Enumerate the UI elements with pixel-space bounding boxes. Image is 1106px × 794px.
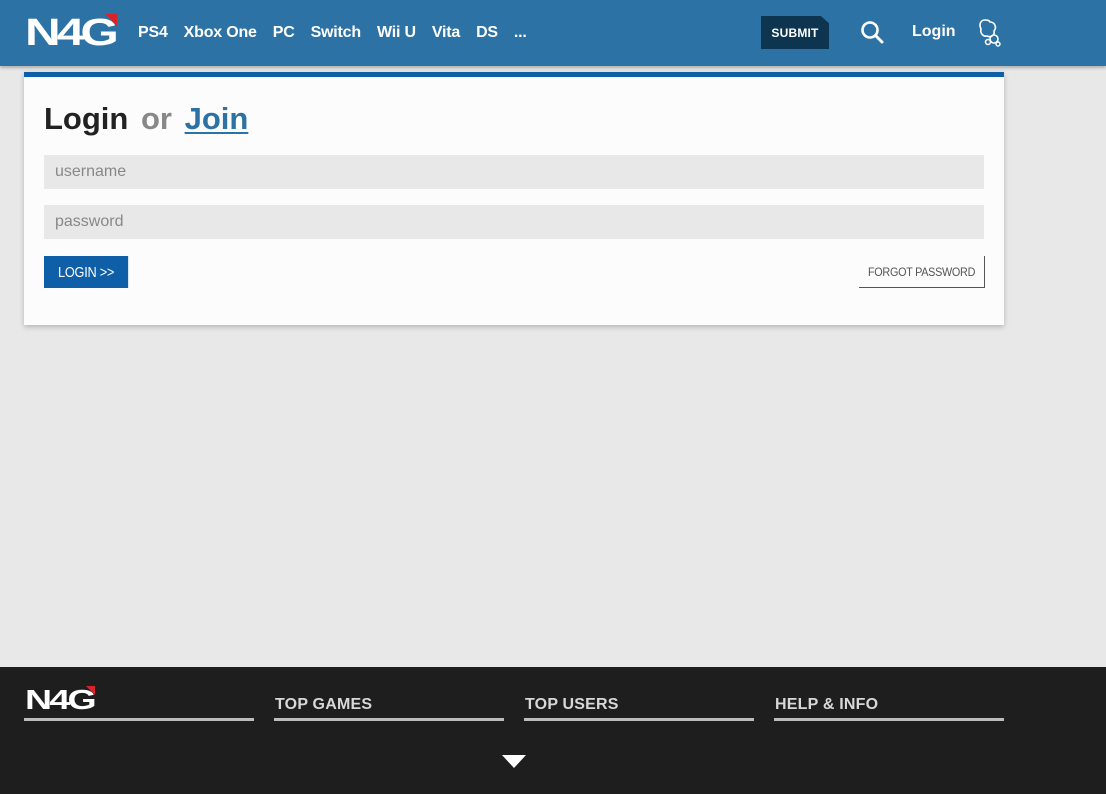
title-login: Login	[44, 101, 129, 136]
password-input[interactable]	[44, 205, 984, 239]
nav-pc[interactable]: PC	[273, 24, 295, 42]
join-link[interactable]: Join	[185, 101, 249, 136]
footer-top-games-title: TOP GAMES	[275, 696, 373, 713]
nav-ds[interactable]: DS	[476, 24, 498, 42]
svg-text:N4G: N4G	[25, 686, 95, 712]
svg-text:N4G: N4G	[25, 14, 117, 48]
username-input[interactable]	[44, 155, 984, 189]
platform-nav: PS4 Xbox One PC Switch Wii U Vita DS ...	[138, 0, 543, 66]
nav-wii-u[interactable]: Wii U	[377, 24, 416, 42]
footer-top-games[interactable]: TOP GAMES	[274, 685, 504, 721]
nav-more[interactable]: ...	[514, 24, 527, 42]
nav-vita[interactable]: Vita	[432, 24, 460, 42]
header-login-link[interactable]: Login	[912, 23, 956, 41]
top-navigation-bar: N4G PS4 Xbox One PC Switch Wii U Vita DS…	[0, 0, 1106, 66]
footer-top-users-title: TOP USERS	[525, 696, 619, 713]
forgot-password-label: FORGOT PASSWORD	[867, 264, 976, 279]
submit-button[interactable]: SUBMIT	[761, 16, 829, 49]
site-footer: N4G TOP GAMES TOP USERS HELP & INFO	[0, 667, 1106, 794]
nav-xbox-one[interactable]: Xbox One	[184, 24, 257, 42]
nav-ps4[interactable]: PS4	[138, 24, 168, 42]
triangle-down-icon[interactable]	[502, 755, 526, 768]
footer-help-info-title: HELP & INFO	[775, 696, 879, 713]
n4g-logo[interactable]: N4G	[25, 14, 117, 48]
footer-n4g-logo[interactable]: N4G	[25, 684, 98, 717]
search-icon[interactable]	[860, 20, 884, 44]
login-card: Login or Join LOGIN >> FORGOT PASSWORD	[24, 72, 1004, 325]
footer-logo-column: N4G	[24, 684, 254, 721]
footer-top-users[interactable]: TOP USERS	[524, 685, 754, 721]
footer-help-info[interactable]: HELP & INFO	[774, 685, 1004, 721]
chat-bubbles-icon[interactable]	[977, 17, 1003, 47]
login-button[interactable]: LOGIN >>	[44, 256, 129, 288]
login-title: Login or Join	[44, 101, 248, 137]
forgot-password-button[interactable]: FORGOT PASSWORD	[859, 256, 985, 288]
nav-switch[interactable]: Switch	[311, 24, 362, 42]
title-or: or	[140, 101, 172, 136]
